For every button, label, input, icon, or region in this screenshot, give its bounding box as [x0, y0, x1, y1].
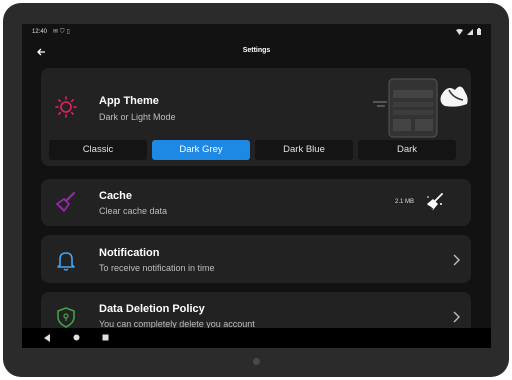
clear-cache-icon[interactable] [425, 192, 445, 212]
status-bar: 12:40 ✉⛉▯ [22, 24, 491, 40]
chevron-right-icon [453, 311, 460, 323]
page-title: Settings [242, 47, 271, 54]
bell-icon [57, 252, 75, 271]
app-bar: Settings [22, 40, 491, 64]
cache-card[interactable]: Cache Clear cache data 2.1 MB [41, 179, 471, 226]
wifi-icon [456, 28, 463, 35]
chevron-right-icon [453, 254, 460, 266]
app-theme-card: App Theme Dark or Light Mode Classic Dar… [41, 68, 471, 166]
shield-lock-icon [57, 307, 75, 328]
nav-back-icon[interactable] [44, 334, 51, 342]
status-right [456, 28, 481, 35]
notification-title: Notification [99, 247, 160, 259]
battery-icon [477, 28, 481, 35]
camera-dot [253, 358, 260, 365]
theme-option-dark[interactable]: Dark [358, 140, 456, 160]
notification-icons: ✉⛉▯ [53, 28, 72, 36]
theme-option-dark-grey[interactable]: Dark Grey [152, 140, 250, 160]
sim-icon: ▯ [66, 29, 72, 35]
cache-size: 2.1 MB [395, 199, 415, 205]
status-time: 12:40 [32, 29, 48, 35]
cache-subtitle: Clear cache data [99, 206, 168, 216]
system-nav-bar [22, 328, 491, 348]
theme-option-classic[interactable]: Classic [49, 140, 147, 160]
notification-subtitle: To receive notification in time [99, 263, 215, 273]
theme-option-dark-blue[interactable]: Dark Blue [255, 140, 353, 160]
nav-home-icon[interactable] [73, 334, 80, 341]
cache-title: Cache [99, 190, 133, 202]
sun-icon [55, 96, 77, 118]
signal-icon [467, 28, 473, 35]
gmail-icon: ✉ [53, 29, 61, 35]
nav-recents-icon[interactable] [102, 334, 109, 341]
data-deletion-title: Data Deletion Policy [99, 303, 205, 315]
screen: 12:40 ✉⛉▯ Settings App Theme Dark or Lig [22, 24, 491, 348]
broom-icon [55, 192, 75, 213]
notification-card[interactable]: Notification To receive notification in … [41, 235, 471, 283]
app-theme-title: App Theme [99, 95, 159, 107]
phone-theme-illustration [373, 78, 468, 138]
app-theme-subtitle: Dark or Light Mode [99, 112, 176, 122]
